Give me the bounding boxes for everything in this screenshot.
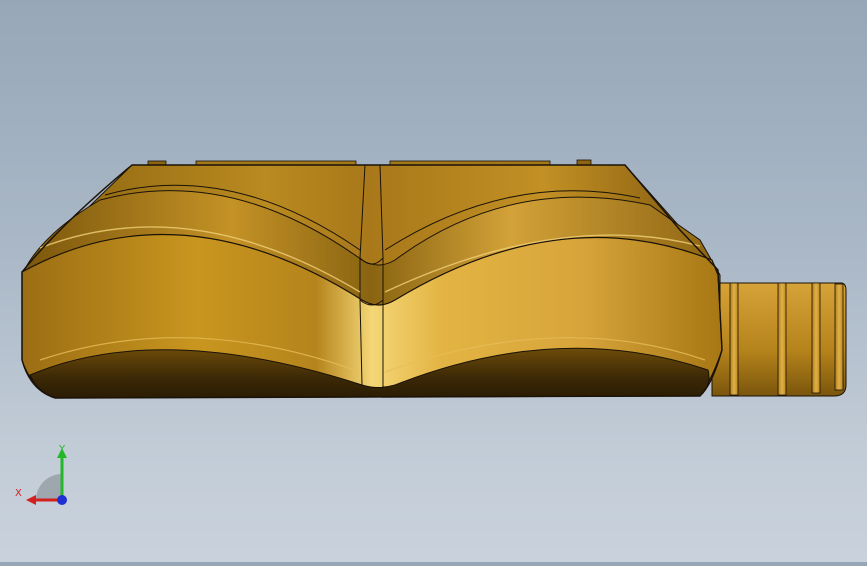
x-axis-arrowhead bbox=[26, 495, 36, 505]
model-view[interactable] bbox=[0, 0, 867, 562]
triad-plane-shade bbox=[36, 474, 62, 500]
side-tab[interactable] bbox=[711, 282, 847, 397]
axis-triad[interactable]: Y X bbox=[14, 440, 84, 510]
part-body[interactable] bbox=[21, 164, 723, 399]
x-axis-label: X bbox=[15, 488, 22, 499]
graphics-viewport[interactable]: Y X bbox=[0, 0, 867, 562]
y-axis-label: Y bbox=[58, 444, 66, 455]
z-axis-dot bbox=[57, 495, 67, 505]
